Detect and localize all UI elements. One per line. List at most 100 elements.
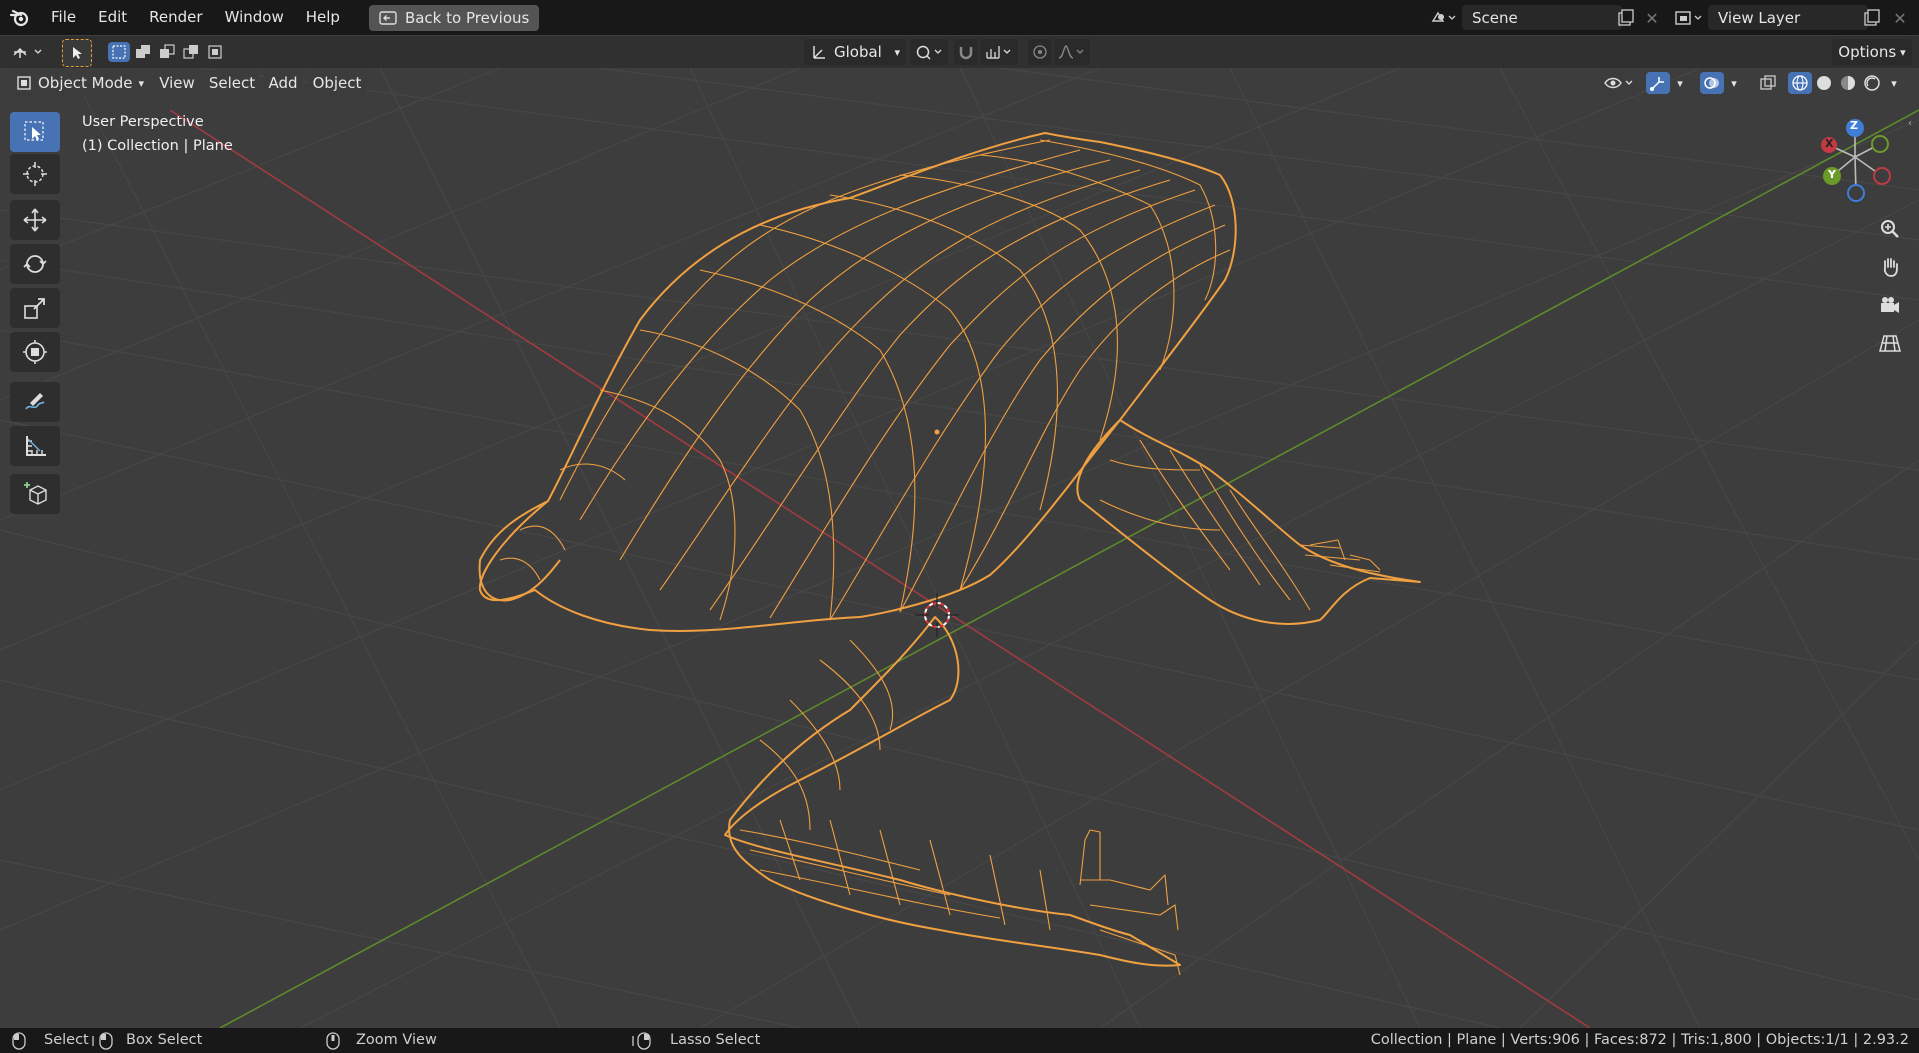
- mouse-right-drag-icon: [632, 1031, 651, 1050]
- navigation-gizmo[interactable]: Z X Y: [1800, 112, 1900, 212]
- select-mode-extend-button[interactable]: [132, 42, 154, 62]
- frog-wireframe-mesh: [478, 132, 1421, 976]
- select-mode-intersect-button[interactable]: [204, 42, 226, 62]
- select-mode-subtract-button[interactable]: [156, 42, 178, 62]
- shading-material-button[interactable]: [1836, 72, 1860, 94]
- view-layer-field[interactable]: View Layer: [1708, 5, 1868, 30]
- shading-rendered-button[interactable]: [1860, 72, 1884, 94]
- select-mode-new-button[interactable]: [108, 42, 130, 62]
- pan-view-button[interactable]: [1872, 250, 1908, 284]
- shading-wireframe-button[interactable]: [1788, 72, 1812, 94]
- chevron-down-icon: ▾: [138, 76, 145, 90]
- active-tool-button[interactable]: [62, 39, 92, 67]
- tool-annotate[interactable]: [10, 382, 60, 422]
- menu-help[interactable]: Help: [295, 0, 351, 35]
- options-dropdown[interactable]: Options ▾: [1832, 39, 1912, 65]
- gizmo-dropdown[interactable]: ▾: [1672, 72, 1688, 94]
- orientation-axes-icon: [813, 46, 825, 59]
- chevron-down-icon: ▾: [1900, 45, 1906, 59]
- mode-dropdown[interactable]: Object Mode ▾: [10, 70, 152, 96]
- proportional-editing-button[interactable]: [1028, 39, 1052, 65]
- view-menu[interactable]: View: [154, 70, 200, 96]
- transform-orientation-value: Global: [834, 43, 882, 61]
- tool-transform[interactable]: [10, 332, 60, 372]
- shading-solid-button[interactable]: [1812, 72, 1836, 94]
- chevron-down-icon: ▾: [894, 45, 900, 59]
- delete-scene-icon[interactable]: ✕: [1642, 8, 1662, 28]
- snap-toggle-button[interactable]: [954, 39, 978, 65]
- menu-edit[interactable]: Edit: [87, 0, 138, 35]
- move-arrows-icon: [23, 208, 47, 232]
- tool-select-box[interactable]: [10, 112, 60, 152]
- status-lasso-select-label: Lasso Select: [670, 1032, 761, 1048]
- tool-settings-header: Global ▾ Options ▾: [0, 36, 1919, 68]
- menu-render[interactable]: Render: [138, 0, 213, 35]
- new-view-layer-icon[interactable]: [1862, 8, 1884, 28]
- tool-cursor[interactable]: [10, 154, 60, 194]
- overlays-icon: [1704, 77, 1719, 89]
- tool-measure[interactable]: [10, 426, 60, 466]
- rendered-sphere-icon: [1864, 75, 1880, 91]
- options-label: Options: [1838, 43, 1897, 61]
- view-menu-label: View: [159, 74, 195, 92]
- chevron-down-icon: ▾: [1677, 76, 1683, 90]
- add-menu[interactable]: Add: [264, 70, 302, 96]
- magnet-icon: [959, 47, 973, 60]
- editor-type-button[interactable]: [8, 39, 50, 65]
- pivot-point-dropdown[interactable]: [910, 39, 948, 65]
- back-to-previous-button[interactable]: Back to Previous: [368, 4, 540, 31]
- zoom-magnifier-icon: [1881, 220, 1899, 238]
- scene-field[interactable]: Scene: [1462, 5, 1622, 30]
- snap-target-dropdown[interactable]: [980, 39, 1018, 65]
- gizmo-toggle-button[interactable]: [1646, 72, 1670, 94]
- scene-statistics-text: Collection | Plane | Verts:906 | Faces:8…: [1370, 1032, 1909, 1048]
- viewport-canvas[interactable]: [0, 68, 1919, 1028]
- wireframe-sphere-icon: [1792, 75, 1808, 91]
- select-menu[interactable]: Select: [206, 70, 258, 96]
- select-mode-invert-button[interactable]: [180, 42, 202, 62]
- blender-logo-icon[interactable]: [0, 0, 40, 35]
- scale-icon: [24, 298, 45, 319]
- delete-view-layer-icon[interactable]: ✕: [1890, 8, 1910, 28]
- view-layer-icon[interactable]: [1672, 7, 1706, 29]
- tool-add-cube[interactable]: [10, 474, 60, 514]
- tool-rotate[interactable]: [10, 244, 60, 284]
- scene-statistics: Collection | Plane | Verts:906 | Faces:8…: [1371, 1028, 1909, 1053]
- scene-name: Scene: [1472, 8, 1518, 27]
- status-lasso-select: Lasso Select: [632, 1028, 760, 1053]
- xray-toggle-button[interactable]: [1756, 72, 1780, 94]
- visibility-dropdown[interactable]: [1600, 70, 1638, 96]
- overlays-toggle-button[interactable]: [1700, 72, 1724, 94]
- eye-icon: [1604, 77, 1633, 89]
- add-menu-label: Add: [268, 74, 298, 92]
- overlays-dropdown[interactable]: ▾: [1726, 72, 1742, 94]
- object-menu[interactable]: Object: [308, 70, 366, 96]
- viewport-header: Object Mode ▾ View Select Add Object ▾ ▾…: [0, 68, 1919, 98]
- scene-type-icon[interactable]: [1428, 7, 1458, 29]
- viewport-overlay-info: User Perspective (1) Collection | Plane: [82, 110, 233, 158]
- status-box-select: Box Select: [92, 1028, 202, 1053]
- tool-move[interactable]: [10, 200, 60, 240]
- tool-scale[interactable]: [10, 288, 60, 328]
- menu-window[interactable]: Window: [214, 0, 295, 35]
- perspective-label: User Perspective: [82, 114, 204, 130]
- transform-orientation-dropdown[interactable]: Global ▾: [804, 39, 906, 65]
- menu-file[interactable]: File: [40, 0, 87, 35]
- object-mode-icon: [17, 76, 31, 90]
- shading-dropdown[interactable]: ▾: [1886, 72, 1902, 94]
- perspective-toggle-button[interactable]: [1872, 326, 1908, 360]
- new-scene-icon[interactable]: [1616, 8, 1638, 28]
- 3d-viewport[interactable]: User Perspective (1) Collection | Plane: [0, 68, 1919, 1028]
- collection-label: (1) Collection | Plane: [82, 138, 233, 154]
- chevron-down-icon: ▾: [1891, 76, 1897, 90]
- camera-view-button[interactable]: [1872, 288, 1908, 322]
- editor-type-icon: [13, 47, 42, 58]
- sidebar-toggle-icon[interactable]: ‹: [1908, 118, 1918, 132]
- y-axis-line: [219, 109, 1919, 1028]
- hand-icon: [1883, 258, 1898, 277]
- measure-ruler-icon: [26, 436, 46, 456]
- proportional-falloff-dropdown[interactable]: [1054, 39, 1090, 65]
- mode-value: Object Mode: [38, 74, 133, 92]
- select-intersect-icon: [208, 45, 222, 59]
- zoom-view-button[interactable]: [1872, 212, 1908, 246]
